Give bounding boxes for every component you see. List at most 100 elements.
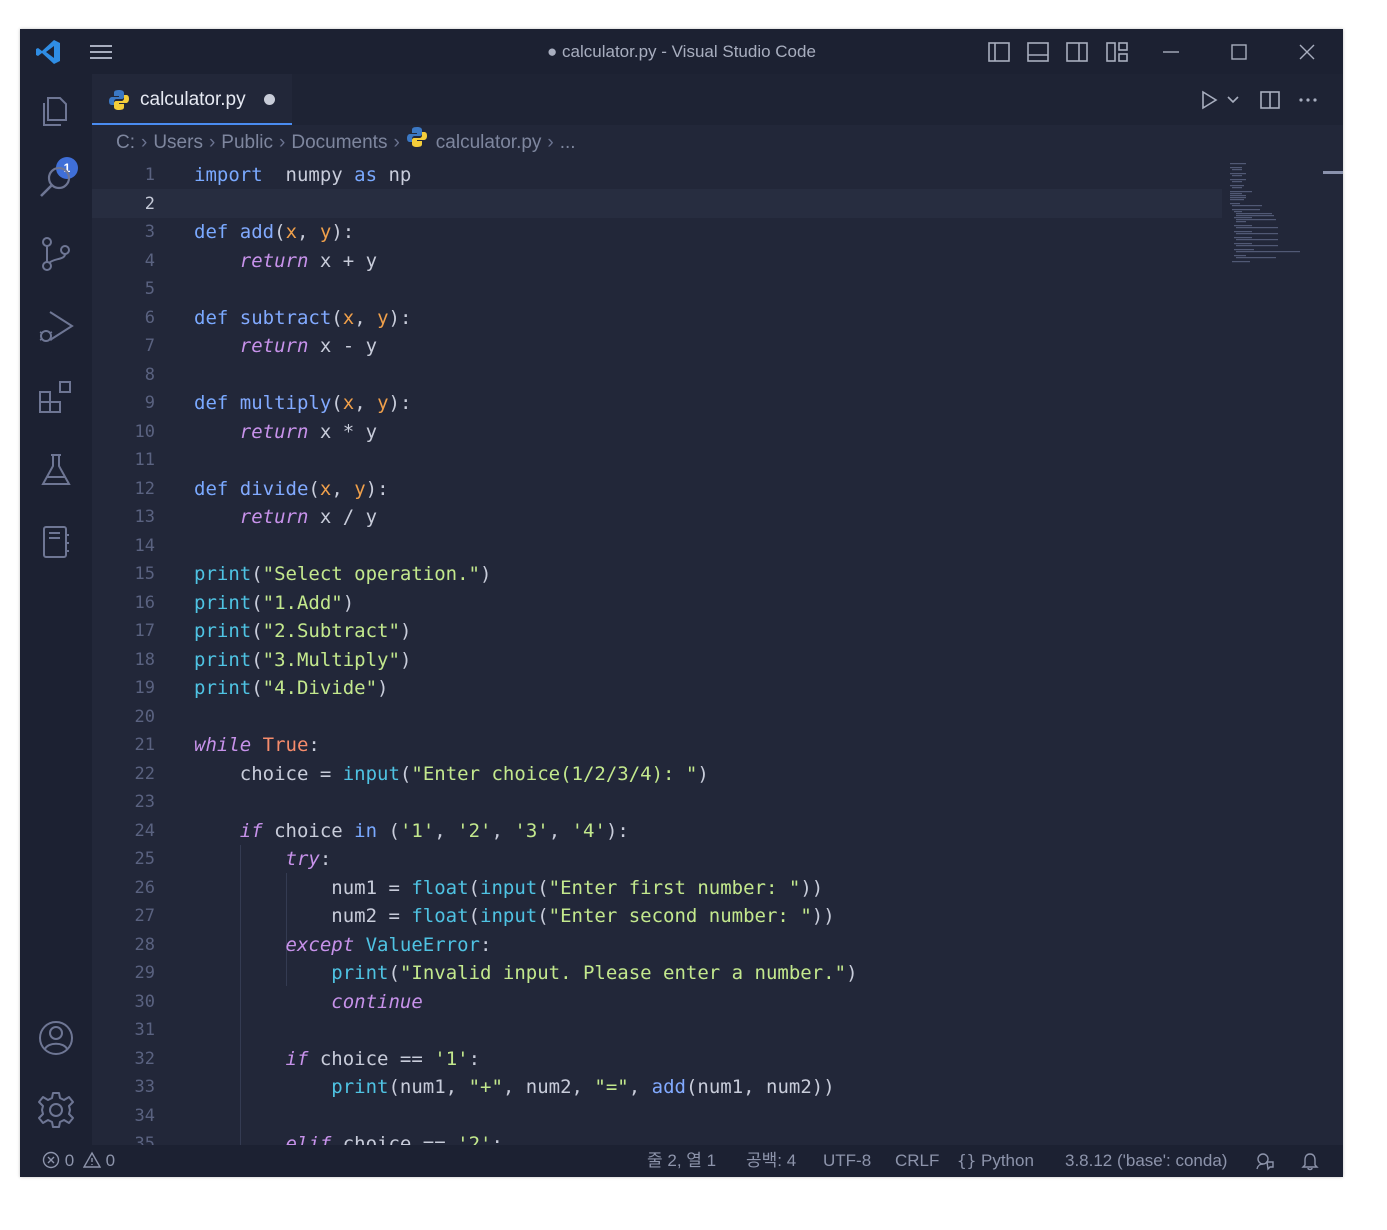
- run-debug-icon[interactable]: [36, 306, 76, 346]
- code-token: '1': [434, 1047, 469, 1070]
- language-mode[interactable]: {} Python: [957, 1145, 1034, 1177]
- breadcrumb-file[interactable]: calculator.py: [436, 125, 542, 161]
- code-token: as: [354, 164, 378, 186]
- code-line[interactable]: print("Invalid input. Please enter a num…: [194, 959, 857, 988]
- code-line[interactable]: import numpy as np: [194, 161, 858, 190]
- cursor-position[interactable]: 줄 2, 열 1: [647, 1145, 716, 1177]
- code-line[interactable]: return x / y: [194, 503, 858, 532]
- code-token: '4': [571, 819, 606, 842]
- breadcrumb-symbol[interactable]: ...: [560, 125, 576, 161]
- code-line[interactable]: print("4.Divide"): [194, 674, 858, 703]
- code-line[interactable]: return x * y: [194, 418, 858, 447]
- breadcrumb-users[interactable]: Users: [153, 125, 203, 161]
- accounts-icon[interactable]: [36, 1018, 76, 1058]
- explorer-icon[interactable]: [36, 90, 76, 130]
- code-line[interactable]: continue: [194, 988, 858, 1017]
- code-line[interactable]: def add(x, y):: [194, 218, 858, 247]
- line-number: 24: [134, 820, 155, 841]
- code-line[interactable]: def multiply(x, y):: [194, 389, 858, 418]
- code-lines[interactable]: import numpy as np def add(x, y): return…: [194, 161, 858, 1145]
- problems-indicator[interactable]: 0 0: [42, 1145, 115, 1177]
- split-editor-icon[interactable]: [1259, 89, 1281, 111]
- code-line[interactable]: except ValueError:: [194, 931, 858, 960]
- code-line[interactable]: return x + y: [194, 247, 858, 276]
- breadcrumb-documents[interactable]: Documents: [291, 125, 387, 161]
- code-line[interactable]: def divide(x, y):: [194, 475, 858, 504]
- code-line[interactable]: [194, 190, 858, 219]
- search-icon[interactable]: [36, 162, 76, 202]
- code-token: (: [331, 392, 343, 414]
- code-line[interactable]: while True:: [194, 731, 858, 760]
- code-token: elif: [285, 1133, 332, 1145]
- minimap[interactable]: [1228, 161, 1318, 281]
- code-line[interactable]: print("1.Add"): [194, 589, 858, 618]
- more-actions-icon[interactable]: [1297, 89, 1319, 111]
- code-line[interactable]: def subtract(x, y):: [194, 304, 858, 333]
- code-line[interactable]: [194, 1102, 858, 1131]
- code-line[interactable]: print("2.Subtract"): [194, 617, 858, 646]
- notebook-icon[interactable]: [36, 522, 76, 562]
- end-of-line[interactable]: CRLF: [895, 1145, 939, 1177]
- code-line[interactable]: choice = input("Enter choice(1/2/3/4): "…: [194, 760, 858, 789]
- toggle-panel-icon[interactable]: [1025, 39, 1051, 65]
- scrollbar-thumb[interactable]: [1323, 171, 1343, 174]
- line-number: 35: [134, 1134, 155, 1145]
- code-line[interactable]: print("Select operation."): [194, 560, 858, 589]
- code-token: multiply: [239, 392, 332, 414]
- code-line[interactable]: if choice == '1':: [194, 1045, 858, 1074]
- close-icon[interactable]: [1294, 39, 1320, 65]
- code-line[interactable]: [194, 703, 858, 732]
- testing-icon[interactable]: [36, 450, 76, 490]
- maximize-icon[interactable]: [1226, 39, 1252, 65]
- line-number: 4: [144, 250, 155, 271]
- code-token: x * y: [308, 420, 378, 443]
- python-interpreter[interactable]: 3.8.12 ('base': conda): [1065, 1145, 1227, 1177]
- breadcrumb-drive[interactable]: C:: [116, 125, 135, 161]
- source-control-icon[interactable]: [36, 234, 76, 274]
- encoding[interactable]: UTF-8: [823, 1145, 871, 1177]
- code-token: (num1, num2)): [685, 1076, 835, 1098]
- code-token: choice =: [194, 762, 343, 785]
- code-token: y: [319, 221, 332, 243]
- vertical-scrollbar[interactable]: [1323, 161, 1343, 1145]
- toggle-secondary-sidebar-icon[interactable]: [1064, 39, 1090, 65]
- extensions-icon[interactable]: [36, 378, 76, 418]
- code-token: num1 =: [194, 876, 412, 899]
- code-line[interactable]: [194, 275, 858, 304]
- code-line[interactable]: [194, 532, 858, 561]
- code-line[interactable]: [194, 446, 858, 475]
- indentation[interactable]: 공백: 4: [746, 1145, 796, 1177]
- toggle-primary-sidebar-icon[interactable]: [986, 39, 1012, 65]
- code-token: (: [251, 591, 263, 614]
- minimize-icon[interactable]: [1158, 39, 1184, 65]
- code-line[interactable]: print("3.Multiply"): [194, 646, 858, 675]
- code-token: ,: [354, 392, 378, 414]
- code-line[interactable]: num2 = float(input("Enter second number:…: [194, 902, 858, 931]
- code-line[interactable]: num1 = float(input("Enter first number: …: [194, 874, 858, 903]
- breadcrumb-public[interactable]: Public: [221, 125, 273, 161]
- unsaved-dot-icon[interactable]: [264, 94, 275, 105]
- run-file-icon[interactable]: [1198, 89, 1220, 111]
- code-line[interactable]: [194, 1016, 858, 1045]
- code-line[interactable]: return x - y: [194, 332, 858, 361]
- code-line[interactable]: try:: [194, 845, 858, 874]
- code-token: "=": [594, 1076, 629, 1098]
- customize-layout-icon[interactable]: [1104, 39, 1130, 65]
- gear-icon[interactable]: [36, 1090, 76, 1130]
- code-token: x: [342, 392, 355, 414]
- code-line[interactable]: elif choice == '2':: [194, 1130, 858, 1145]
- bell-icon[interactable]: [1300, 1151, 1320, 1171]
- code-token: "Enter first number: ": [548, 876, 801, 899]
- code-editor[interactable]: 1 2 3 4 5 6 7 8 9 10 11 12 13 14 15 16 17 18 19 20 21 22 23 24 2…: [92, 161, 1343, 1145]
- code-line[interactable]: [194, 361, 858, 390]
- chevron-down-icon[interactable]: [1226, 93, 1240, 107]
- code-line[interactable]: if choice in ('1', '2', '3', '4'):: [194, 817, 858, 846]
- code-line[interactable]: print(num1, "+", num2, "=", add(num1, nu…: [194, 1073, 858, 1102]
- code-line[interactable]: [194, 788, 858, 817]
- feedback-icon[interactable]: [1255, 1151, 1275, 1171]
- tab-calculator-py[interactable]: calculator.py: [92, 74, 292, 125]
- line-number: 10: [134, 421, 155, 442]
